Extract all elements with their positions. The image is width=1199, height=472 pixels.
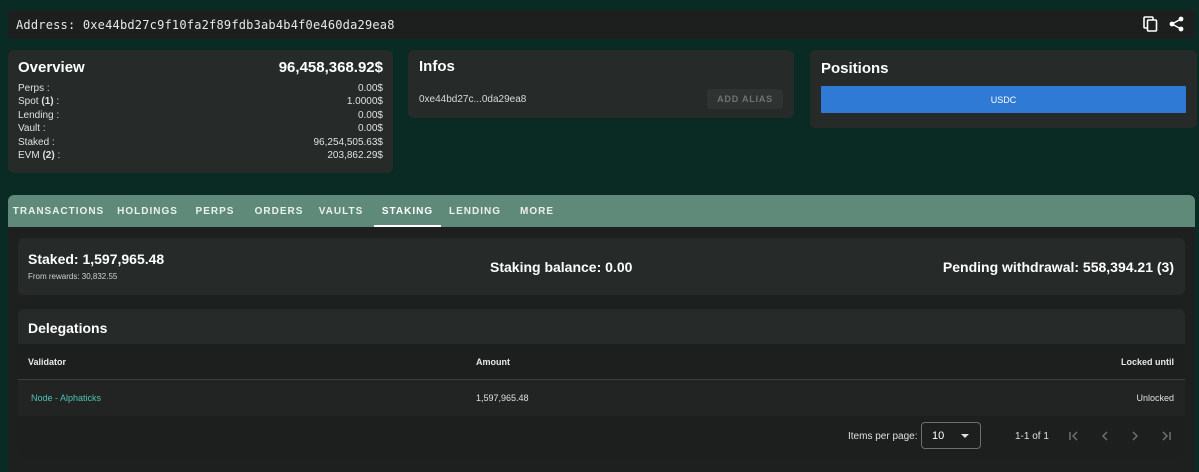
address-actions	[1141, 15, 1185, 33]
column-locked-until[interactable]: Locked until	[1121, 357, 1174, 367]
overview-row-value: 0.00$	[357, 83, 383, 94]
position-bar-usdc[interactable]: USDC	[821, 86, 1186, 113]
items-per-page-value: 10	[932, 429, 945, 442]
overview-card: Overview 96,458,368.92$ Perps : 0.00$ Sp…	[8, 50, 393, 173]
delegation-amount: 1,597,965.48	[476, 393, 529, 403]
overview-row-staked: Staked : 96,254,505.63$	[18, 136, 383, 149]
column-validator[interactable]: Validator	[28, 357, 66, 367]
tab-lending[interactable]: LENDING	[441, 195, 509, 227]
staking-summary: Staked: 1,597,965.48 From rewards: 30,83…	[18, 238, 1185, 295]
share-icon[interactable]	[1167, 15, 1185, 33]
overview-row-label: Spot (1) :	[18, 96, 60, 108]
staked-total: Staked: 1,597,965.48	[28, 251, 165, 267]
delegations-table-header: Validator Amount Locked until	[18, 344, 1185, 380]
caret-down-icon	[961, 434, 969, 438]
overview-row-value: 1.0000$	[346, 96, 383, 108]
overview-row-value: 0.00$	[357, 123, 383, 135]
tab-transactions[interactable]: TRANSACTIONS	[8, 195, 109, 227]
copy-icon[interactable]	[1141, 15, 1159, 33]
overview-total: 96,458,368.92$	[278, 58, 383, 76]
overview-row-lending: Lending : 0.00$	[18, 109, 383, 122]
items-per-page-select[interactable]: 10	[921, 422, 981, 449]
column-amount[interactable]: Amount	[476, 357, 510, 367]
last-page-icon[interactable]	[1158, 428, 1174, 444]
delegations-title: Delegations	[28, 320, 108, 336]
tab-staking[interactable]: STAKING	[374, 195, 441, 227]
infos-card: Infos 0xe44bd27c...0da29ea8 ADD ALIAS	[408, 50, 794, 118]
items-per-page-label: Items per page:	[848, 431, 918, 442]
table-row: Node - Alphaticks 1,597,965.48 Unlocked	[18, 380, 1185, 416]
tab-holdings[interactable]: HOLDINGS	[109, 195, 186, 227]
tab-perps[interactable]: PERPS	[186, 195, 244, 227]
validator-link[interactable]: Node - Alphaticks	[31, 393, 101, 403]
overview-row-label: Perps :	[18, 83, 50, 94]
staking-balance: Staking balance: 0.00	[490, 259, 633, 275]
overview-row-value: 203,862.29$	[327, 150, 383, 162]
overview-row-perps: Perps : 0.00$	[18, 82, 383, 95]
address-bar: Address: 0xe44bd27c9f10fa2f89fdb3ab4b4f0…	[8, 10, 1195, 39]
overview-row-value: 96,254,505.63$	[313, 136, 383, 148]
overview-row-label: EVM (2) :	[18, 150, 61, 162]
overview-title: Overview	[18, 58, 85, 76]
tab-orders[interactable]: ORDERS	[244, 195, 314, 227]
page-range-label: 1-1 of 1	[1015, 431, 1049, 442]
overview-row-label: Staked :	[18, 136, 55, 148]
paginator: Items per page: 10 1-1 of 1	[18, 416, 1185, 458]
previous-page-icon[interactable]	[1097, 428, 1113, 444]
pending-withdrawal: Pending withdrawal: 558,394.21 (3)	[942, 259, 1174, 275]
staked-from-rewards: From rewards: 30,832.55	[28, 272, 118, 281]
tab-bar: TRANSACTIONS HOLDINGS PERPS ORDERS VAULT…	[8, 195, 1195, 227]
delegations-card: Delegations Validator Amount Locked unti…	[18, 309, 1185, 458]
delegation-locked-until: Unlocked	[1136, 393, 1174, 403]
first-page-icon[interactable]	[1066, 428, 1082, 444]
positions-title: Positions	[821, 60, 889, 77]
tab-more[interactable]: MORE	[509, 195, 565, 227]
overview-row-evm: EVM (2) : 203,862.29$	[18, 149, 383, 162]
overview-row-label: Lending :	[18, 109, 60, 121]
add-alias-button[interactable]: ADD ALIAS	[707, 89, 783, 109]
overview-row-label: Vault :	[18, 123, 46, 135]
overview-row-vault: Vault : 0.00$	[18, 122, 383, 135]
positions-card: Positions USDC	[810, 50, 1197, 128]
infos-title: Infos	[419, 58, 455, 75]
overview-row-value: 0.00$	[357, 109, 383, 121]
overview-rows: Perps : 0.00$ Spot (1) : 1.0000$ Lending…	[18, 82, 383, 162]
tab-vaults[interactable]: VAULTS	[314, 195, 368, 227]
next-page-icon[interactable]	[1127, 428, 1143, 444]
address-text: Address: 0xe44bd27c9f10fa2f89fdb3ab4b4f0…	[16, 17, 395, 32]
infos-short-address: 0xe44bd27c...0da29ea8	[419, 93, 527, 105]
overview-row-spot: Spot (1) : 1.0000$	[18, 95, 383, 108]
